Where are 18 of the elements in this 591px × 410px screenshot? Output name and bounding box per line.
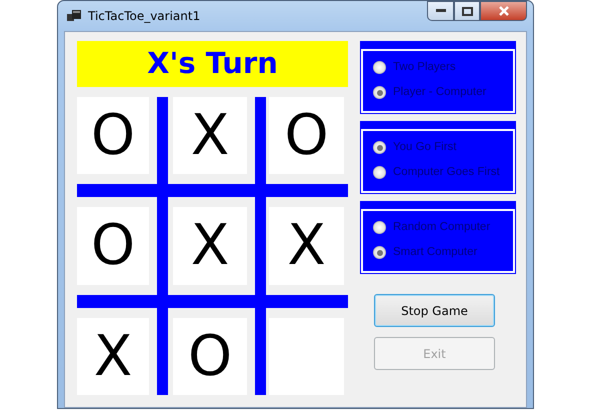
window-title: TicTacToe_variant1 bbox=[88, 8, 200, 25]
minimize-icon bbox=[436, 9, 446, 13]
board-cell[interactable]: O bbox=[77, 97, 149, 174]
maximize-icon bbox=[462, 6, 472, 16]
board-cell[interactable]: O bbox=[77, 207, 149, 285]
window-icon bbox=[66, 9, 82, 23]
minimize-button[interactable] bbox=[427, 1, 454, 21]
action-button[interactable]: Stop Game bbox=[374, 294, 495, 327]
board-cell[interactable]: X bbox=[173, 97, 247, 174]
turn-banner: X's Turn bbox=[77, 41, 348, 87]
board-cell[interactable]: X bbox=[173, 207, 247, 285]
board-cell[interactable]: O bbox=[173, 318, 247, 395]
board-cell[interactable]: X bbox=[269, 207, 344, 285]
close-button[interactable] bbox=[480, 1, 527, 21]
board-cell[interactable]: O bbox=[269, 97, 344, 174]
maximize-button[interactable] bbox=[454, 1, 480, 21]
close-icon bbox=[498, 6, 510, 16]
board-cell[interactable]: X bbox=[77, 318, 149, 395]
